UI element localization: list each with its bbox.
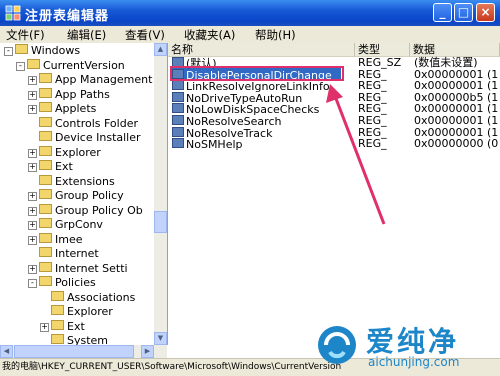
watermark-url: aichunjing.com bbox=[368, 355, 460, 369]
watermark: 爱纯净 aichunjing.com bbox=[312, 318, 500, 375]
watermark-brand: 爱纯净 bbox=[366, 325, 460, 358]
watermark-logo-icon bbox=[318, 326, 356, 364]
